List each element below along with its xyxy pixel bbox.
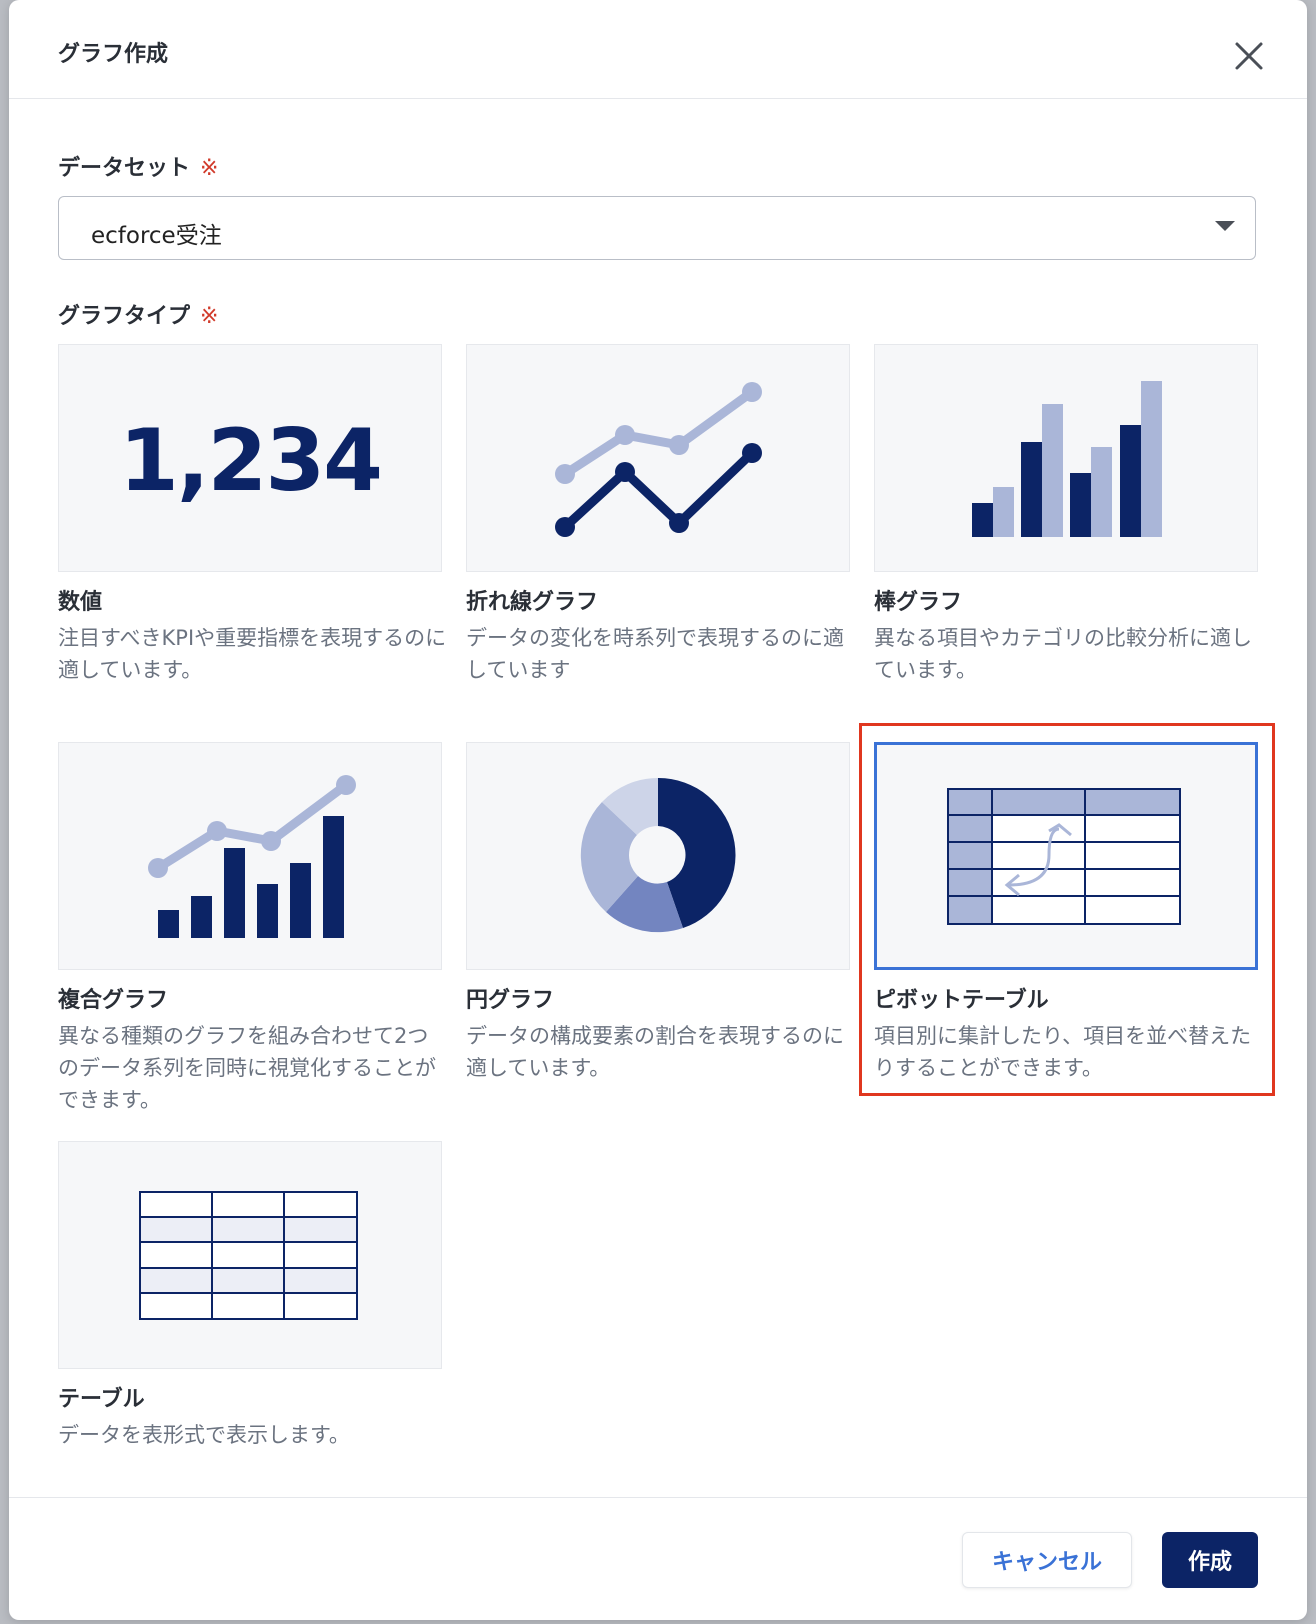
card-description: データの構成要素の割合を表現するのに適しています。 [466,1024,844,1080]
table-icon [58,1141,442,1369]
caret-down-icon [1215,221,1235,231]
dataset-label: データセット ※ [58,150,218,182]
cancel-button[interactable]: キャンセル [962,1532,1132,1588]
dialog-header: グラフ作成 [9,0,1307,99]
card-title: ピボットテーブル [874,988,1049,1013]
graph-type-card-bar[interactable]: 棒グラフ 異なる項目やカテゴリの比較分析に適しています。 [874,344,1258,686]
card-title: 数値 [58,590,103,615]
dialog-title: グラフ作成 [58,42,169,67]
card-title: テーブル [58,1387,145,1412]
card-title: 折れ線グラフ [466,590,599,615]
dataset-label-text: データセット [58,156,191,181]
required-mark: ※ [200,304,219,329]
graph-type-label: グラフタイプ ※ [58,298,218,330]
line-chart-icon [466,344,850,572]
bar-chart-icon [874,344,1258,572]
graph-type-label-text: グラフタイプ [58,304,191,329]
card-description: 異なる項目やカテゴリの比較分析に適しています。 [874,626,1252,682]
card-title: 複合グラフ [58,988,169,1013]
card-description: 項目別に集計したり、項目を並べ替えたりすることができます。 [874,1024,1252,1080]
dataset-select[interactable]: ecforce受注 [58,196,1256,260]
card-description: データの変化を時系列で表現するのに適しています [466,626,844,682]
card-description: 注目すべきKPIや重要指標を表現するのに適しています。 [58,626,447,682]
combo-chart-icon [58,742,442,970]
graph-type-card-pivot[interactable]: ピボットテーブル 項目別に集計したり、項目を並べ替えたりすることができます。 [874,742,1258,1084]
number-preview: 1,234 [58,344,442,572]
graph-type-card-pie[interactable]: 円グラフ データの構成要素の割合を表現するのに適しています。 [466,742,850,1084]
card-title: 円グラフ [466,988,555,1013]
card-title: 棒グラフ [874,590,963,615]
close-icon[interactable] [1231,38,1267,74]
pie-chart-icon [466,742,850,970]
graph-type-card-line[interactable]: 折れ線グラフ データの変化を時系列で表現するのに適しています [466,344,850,686]
card-description: データを表形式で表示します。 [58,1423,350,1447]
graph-type-card-table[interactable]: テーブル データを表形式で表示します。 [58,1141,442,1451]
create-button[interactable]: 作成 [1162,1532,1258,1588]
graph-create-dialog: グラフ作成 データセット ※ ecforce受注 グラフタイプ ※ 1,234 数値… [9,0,1307,1620]
required-mark: ※ [200,156,219,181]
graph-type-card-number[interactable]: 1,234 数値 注目すべきKPIや重要指標を表現するのに適しています。 [58,344,446,686]
pivot-table-icon [874,742,1258,970]
card-description: 異なる種類のグラフを組み合わせて2つのデータ系列を同時に視覚化することができます… [58,1024,436,1112]
graph-type-card-combo[interactable]: 複合グラフ 異なる種類のグラフを組み合わせて2つのデータ系列を同時に視覚化するこ… [58,742,442,1116]
number-preview-text: 1,234 [118,411,383,511]
footer-divider [9,1497,1307,1498]
dataset-select-value: ecforce受注 [91,223,222,249]
